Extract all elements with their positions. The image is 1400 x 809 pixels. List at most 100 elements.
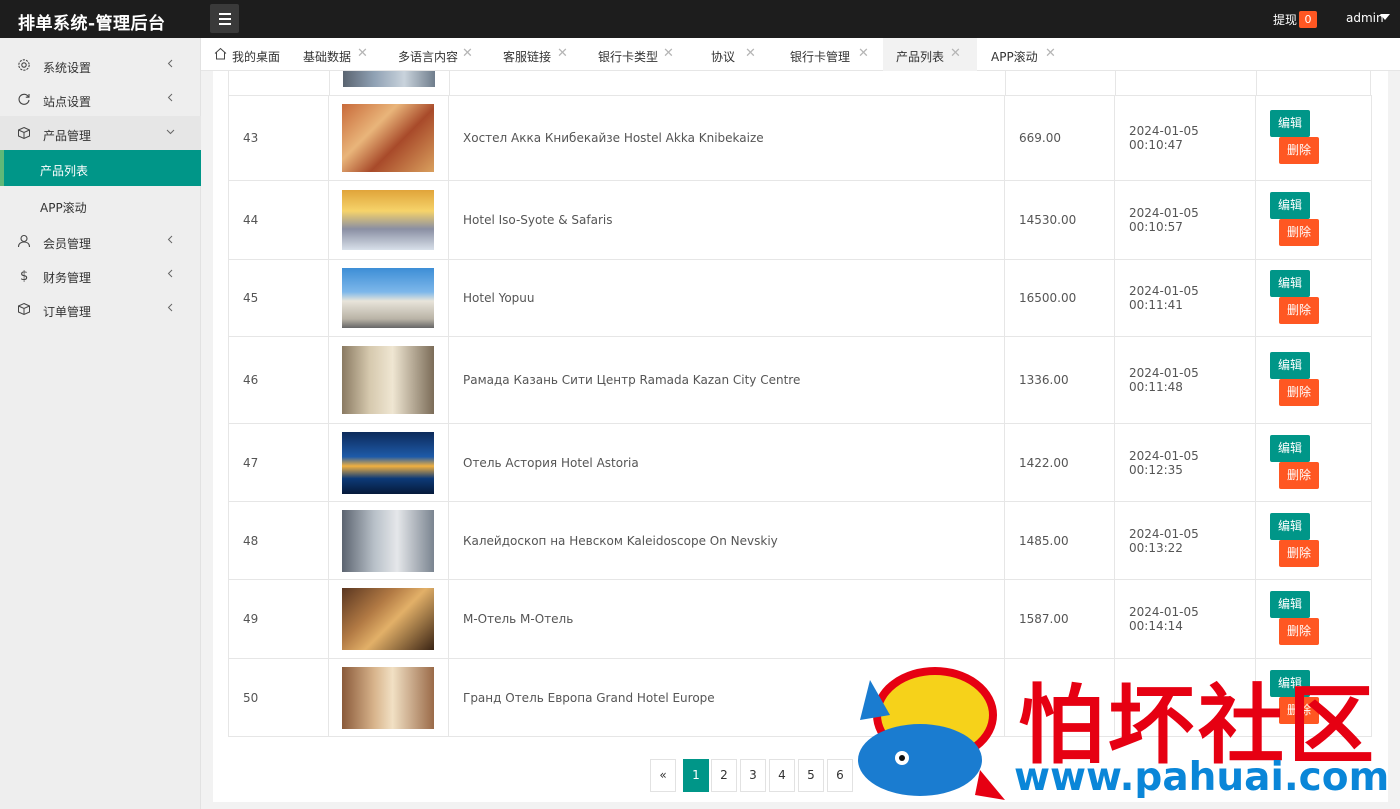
delete-button[interactable]: 删除 (1279, 137, 1319, 164)
delete-button[interactable]: 删除 (1279, 379, 1319, 406)
svg-text:$: $ (20, 269, 28, 282)
product-name: Отель Астория Hotel Astoria (448, 423, 1005, 502)
tab-multilang[interactable]: 多语言内容 ✕ (382, 38, 488, 71)
sidebar-item-system-settings[interactable]: 系统设置 (0, 48, 201, 82)
close-icon[interactable]: ✕ (663, 47, 674, 61)
chevron-down-icon (166, 129, 175, 135)
tab-label: 产品列表 (896, 50, 945, 64)
edit-button[interactable]: 编辑 (1270, 110, 1310, 137)
sidebar-item-order-management[interactable]: 订单管理 (0, 292, 201, 326)
product-price: 14530.00 (1004, 180, 1115, 260)
product-thumbnail (343, 71, 435, 87)
product-thumbnail (342, 346, 434, 414)
pagination-page[interactable]: 5 (798, 759, 824, 792)
product-name: Хостел Акка Книбекайзе Hostel Akka Knibe… (448, 95, 1005, 181)
product-price: 1422.00 (1004, 423, 1115, 502)
sidebar-item-label: 财务管理 (43, 271, 92, 285)
tab-label: 多语言内容 (398, 50, 459, 64)
delete-button[interactable]: 删除 (1279, 461, 1319, 489)
pagination-page[interactable]: 1 (683, 759, 709, 792)
delete-button[interactable]: 删除 (1279, 297, 1319, 324)
close-icon[interactable]: ✕ (357, 47, 368, 61)
created-time: 2024-01-05 00:11:48 (1114, 336, 1256, 424)
tab-product-list[interactable]: 产品列表 ✕ (883, 38, 977, 71)
created-time: 2024-01-05 00:14:14 (1114, 579, 1256, 659)
withdraw-link[interactable]: 提现 (1273, 11, 1297, 28)
sidebar-item-member-management[interactable]: 会员管理 (0, 224, 201, 258)
created-time: 2024-01-05 00:10:47 (1114, 95, 1256, 181)
box-icon (18, 302, 30, 316)
tab-basic-data[interactable]: 基础数据 ✕ (287, 38, 382, 71)
sidebar-item-site-settings[interactable]: 站点设置 (0, 82, 201, 116)
row-id: 44 (228, 180, 329, 260)
tab-my-desktop[interactable]: 我的桌面 (201, 38, 287, 71)
caret-down-icon[interactable] (1380, 14, 1390, 20)
sidebar-item-finance-management[interactable]: $ 财务管理 (0, 258, 201, 292)
sidebar-item-product-list[interactable]: 产品列表 (0, 150, 201, 186)
edit-button[interactable]: 编辑 (1270, 669, 1310, 697)
sidebar-item-label: 会员管理 (43, 237, 92, 251)
close-icon[interactable]: ✕ (1045, 47, 1056, 61)
row-id: 49 (228, 579, 329, 659)
close-icon[interactable]: ✕ (858, 47, 869, 61)
product-thumbnail (342, 666, 434, 729)
table-row: 50 Гранд Отель Европа Grand Hotel Europe… (228, 658, 1372, 737)
table-row: 43 Хостел Акка Книбекайзе Hostel Akka Kn… (228, 95, 1372, 181)
product-thumbnail (342, 104, 434, 172)
table-row: 49 М-Отель М-Отель 1587.00 2024-01-05 00… (228, 579, 1372, 659)
tab-service-link[interactable]: 客服链接 ✕ (488, 38, 585, 71)
edit-button[interactable]: 编辑 (1270, 434, 1310, 462)
delete-button[interactable]: 删除 (1279, 219, 1319, 246)
product-name: Hotel Yopuu (448, 259, 1005, 337)
user-icon (17, 234, 31, 248)
delete-button[interactable]: 删除 (1279, 618, 1319, 645)
table-row-partial (228, 71, 1371, 95)
tab-app-scroll[interactable]: APP滚动 ✕ (977, 38, 1067, 71)
product-price (1004, 658, 1115, 737)
product-thumbnail (342, 190, 434, 250)
pagination-page[interactable]: 4 (769, 759, 795, 792)
tab-bank-card-type[interactable]: 银行卡类型 ✕ (585, 38, 695, 71)
tab-agreement[interactable]: 协议 ✕ (695, 38, 775, 71)
tab-bank-card-management[interactable]: 银行卡管理 ✕ (775, 38, 883, 71)
chevron-left-icon (167, 93, 173, 102)
home-icon (214, 47, 227, 60)
delete-button[interactable]: 删除 (1279, 696, 1319, 724)
close-icon[interactable]: ✕ (745, 47, 756, 61)
product-thumbnail (342, 509, 434, 572)
withdraw-count-badge: 0 (1299, 11, 1317, 28)
row-id: 45 (228, 259, 329, 337)
row-id: 47 (228, 423, 329, 502)
pagination-page[interactable]: 3 (740, 759, 766, 792)
row-id: 43 (228, 95, 329, 181)
box-icon (18, 126, 30, 140)
created-time (1114, 658, 1256, 737)
edit-button[interactable]: 编辑 (1270, 591, 1310, 618)
dollar-icon: $ (20, 269, 28, 282)
product-name: Гранд Отель Европа Grand Hotel Europe (448, 658, 1005, 737)
table-row: 45 Hotel Yopuu 16500.00 2024-01-05 00:11… (228, 259, 1372, 337)
table-row: 44 Hotel Iso-Syote & Safaris 14530.00 20… (228, 180, 1372, 260)
close-icon[interactable]: ✕ (462, 47, 473, 61)
created-time: 2024-01-05 00:12:35 (1114, 423, 1256, 502)
user-menu[interactable]: admin (1346, 11, 1384, 25)
sidebar-item-product-management[interactable]: 产品管理 (0, 116, 201, 150)
top-header: 排单系统-管理后台 提现 0 admin (0, 0, 1400, 38)
sidebar-item-app-scroll[interactable]: APP滚动 (0, 188, 201, 222)
created-time: 2024-01-05 00:11:41 (1114, 259, 1256, 337)
row-id: 46 (228, 336, 329, 424)
pagination-page[interactable]: 2 (711, 759, 737, 792)
edit-button[interactable]: 编辑 (1270, 512, 1310, 540)
pagination-page[interactable]: 6 (827, 759, 853, 792)
close-icon[interactable]: ✕ (950, 47, 961, 61)
pagination-prev[interactable]: « (650, 759, 676, 792)
edit-button[interactable]: 编辑 (1270, 352, 1310, 379)
tab-label: 客服链接 (503, 50, 552, 64)
tab-label: 银行卡管理 (790, 50, 851, 64)
close-icon[interactable]: ✕ (557, 47, 568, 61)
product-name: Калейдоскоп на Невском Kaleidoscope On N… (448, 501, 1005, 580)
edit-button[interactable]: 编辑 (1270, 192, 1310, 219)
edit-button[interactable]: 编辑 (1270, 270, 1310, 297)
delete-button[interactable]: 删除 (1279, 539, 1319, 567)
menu-toggle-button[interactable] (210, 4, 239, 33)
